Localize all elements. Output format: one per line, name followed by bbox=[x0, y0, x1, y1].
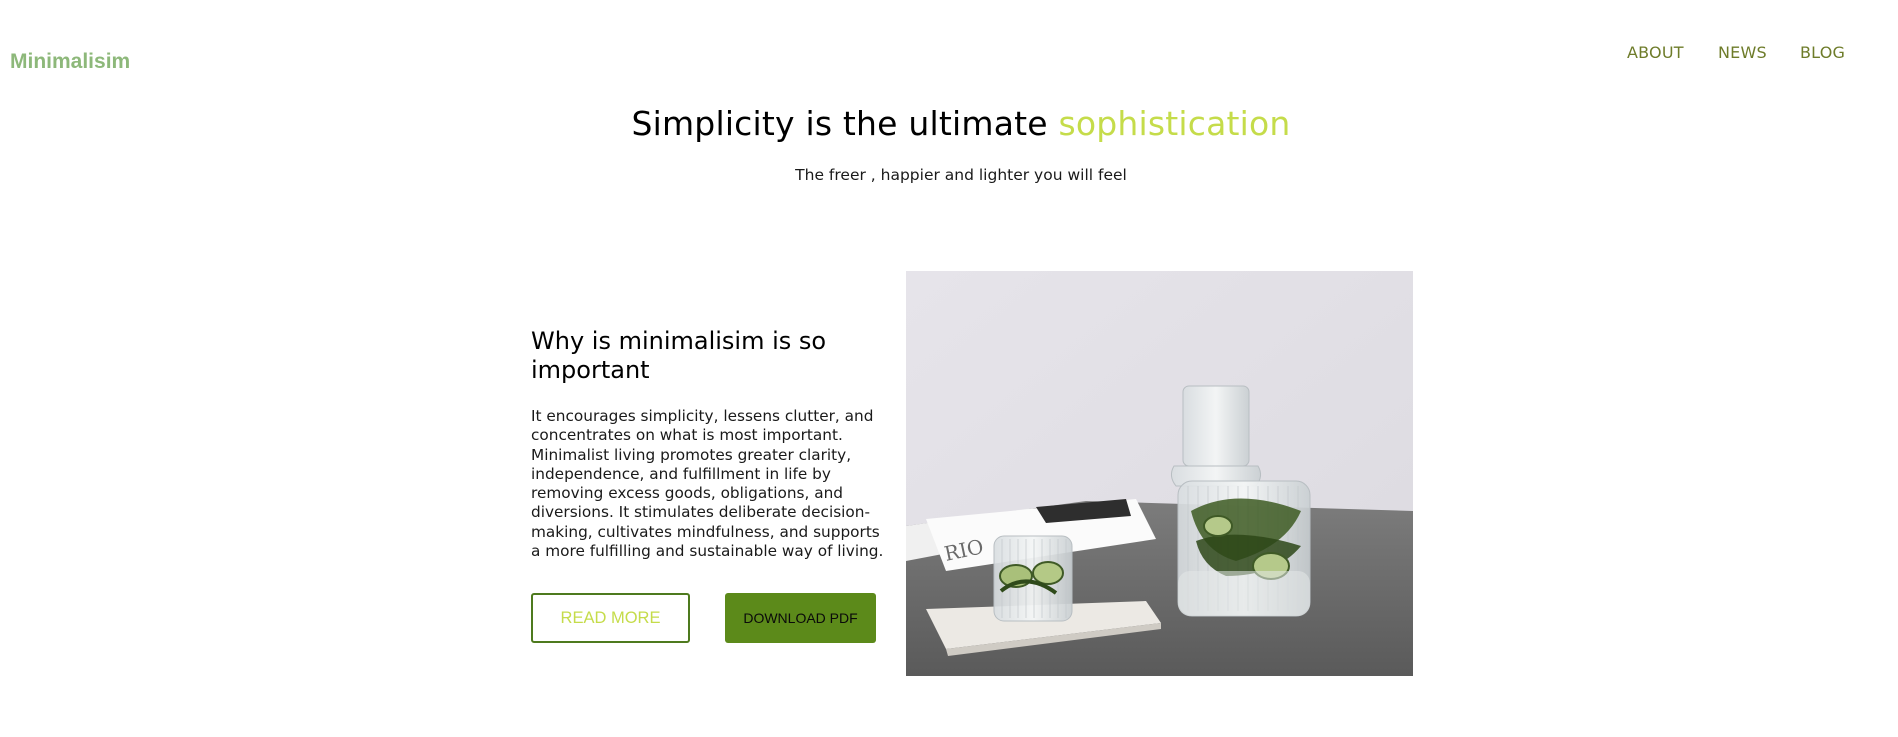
feature-image: RIO bbox=[906, 271, 1413, 676]
feature-text-block: Why is minimalisim is so important It en… bbox=[531, 327, 891, 561]
download-pdf-button[interactable]: DOWNLOAD PDF bbox=[725, 593, 876, 643]
hero-title-main: Simplicity is the ultimate bbox=[631, 104, 1059, 143]
nav-item-news[interactable]: NEWS bbox=[1718, 43, 1767, 62]
top-nav: ABOUT NEWS BLOG bbox=[0, 43, 1898, 67]
carafe-photo-illustration: RIO bbox=[906, 271, 1413, 676]
nav-item-about[interactable]: ABOUT bbox=[1627, 43, 1684, 62]
read-more-button[interactable]: READ MORE bbox=[531, 593, 690, 643]
hero-subtitle: The freer , happier and lighter you will… bbox=[795, 166, 1127, 184]
hero-title-accent: sophistication bbox=[1058, 104, 1291, 143]
page: Minimalisim ABOUT NEWS BLOG Simplicity i… bbox=[0, 0, 1898, 737]
hero-title: Simplicity is the ultimate sophisticatio… bbox=[0, 104, 1898, 143]
nav-item-blog[interactable]: BLOG bbox=[1800, 43, 1845, 62]
feature-buttons: READ MORE DOWNLOAD PDF bbox=[531, 593, 891, 643]
feature-body: It encourages simplicity, lessens clutte… bbox=[531, 407, 884, 561]
feature-heading: Why is minimalisim is so important bbox=[531, 327, 827, 384]
